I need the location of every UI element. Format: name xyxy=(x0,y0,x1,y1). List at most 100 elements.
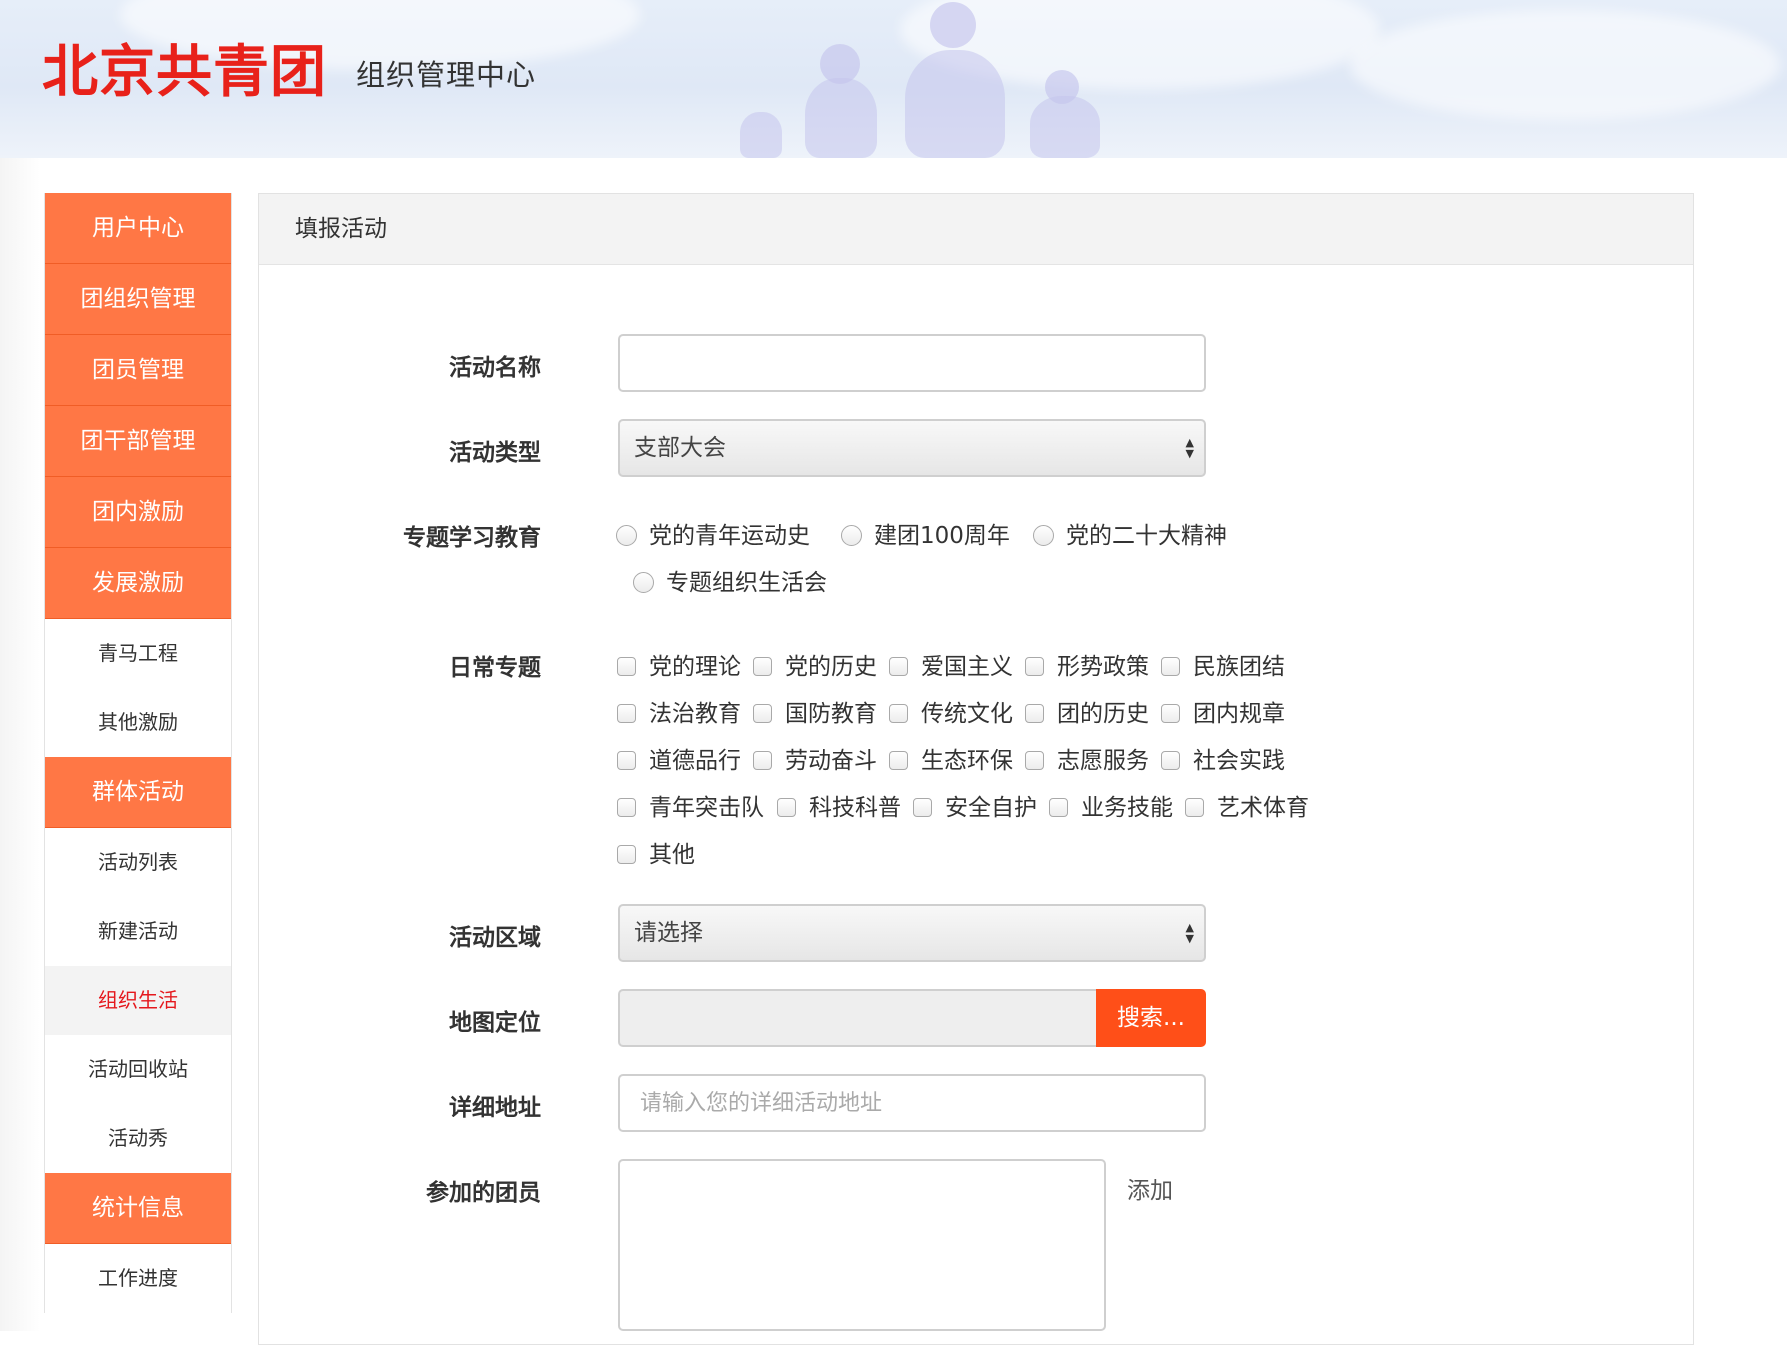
radio-icon[interactable] xyxy=(616,525,637,546)
checkbox-icon[interactable] xyxy=(889,704,908,723)
daily-topic-option[interactable]: 其他 xyxy=(617,835,695,869)
sidebar-item-activity-show[interactable]: 活动秀 xyxy=(45,1104,231,1173)
daily-topic-option[interactable]: 科技科普 xyxy=(777,788,901,822)
participants-textarea[interactable] xyxy=(618,1159,1106,1331)
activity-name-input[interactable] xyxy=(618,334,1206,392)
sidebar-item-user-center[interactable]: 用户中心 xyxy=(45,193,231,264)
radio-icon[interactable] xyxy=(633,572,654,593)
map-search-button[interactable]: 搜索... xyxy=(1096,989,1206,1047)
sidebar-item-activity-recycle-bin[interactable]: 活动回收站 xyxy=(45,1035,231,1104)
figure-decoration xyxy=(740,112,782,158)
daily-topic-option[interactable]: 道德品行 xyxy=(617,741,741,775)
radio-icon[interactable] xyxy=(1033,525,1054,546)
sidebar-item-new-activity[interactable]: 新建活动 xyxy=(45,897,231,966)
daily-topic-option[interactable]: 党的理论 xyxy=(617,647,741,681)
daily-topic-option[interactable]: 党的历史 xyxy=(753,647,877,681)
daily-topic-option[interactable]: 传统文化 xyxy=(889,694,1013,728)
checkbox-icon[interactable] xyxy=(617,657,636,676)
daily-topic-option[interactable]: 团内规章 xyxy=(1161,694,1285,728)
site-subtitle: 组织管理中心 xyxy=(356,58,537,92)
panel-title: 填报活动 xyxy=(259,194,1693,265)
checkbox-icon[interactable] xyxy=(753,657,772,676)
option-label: 劳动奋斗 xyxy=(785,748,877,774)
daily-topic-option[interactable]: 民族团结 xyxy=(1161,647,1285,681)
checkbox-icon[interactable] xyxy=(1161,751,1180,770)
sidebar-item-org-life[interactable]: 组织生活 xyxy=(45,966,231,1035)
daily-topic-option[interactable]: 艺术体育 xyxy=(1185,788,1309,822)
checkbox-icon[interactable] xyxy=(1161,704,1180,723)
sidebar-item-internal-incentive[interactable]: 团内激励 xyxy=(45,477,231,548)
checkbox-icon[interactable] xyxy=(617,704,636,723)
map-location-input[interactable] xyxy=(618,989,1096,1047)
special-study-option[interactable]: 党的青年运动史 xyxy=(616,516,810,550)
checkbox-icon[interactable] xyxy=(889,657,908,676)
checkbox-icon[interactable] xyxy=(753,751,772,770)
daily-topic-option[interactable]: 青年突击队 xyxy=(617,788,764,822)
option-label: 其他 xyxy=(649,842,695,868)
checkbox-icon[interactable] xyxy=(777,798,796,817)
daily-topic-option[interactable]: 生态环保 xyxy=(889,741,1013,775)
radio-icon[interactable] xyxy=(841,525,862,546)
daily-topic-option[interactable]: 社会实践 xyxy=(1161,741,1285,775)
option-label: 党的历史 xyxy=(785,654,877,680)
sidebar-item-development-incentive[interactable]: 发展激励 xyxy=(45,548,231,619)
sidebar-nav: 用户中心 团组织管理 团员管理 团干部管理 团内激励 发展激励 青马工程 其他激… xyxy=(44,193,232,1313)
daily-topic-option[interactable]: 爱国主义 xyxy=(889,647,1013,681)
daily-topic-option[interactable]: 安全自护 xyxy=(913,788,1037,822)
sidebar-item-work-progress[interactable]: 工作进度 xyxy=(45,1244,231,1313)
activity-type-select[interactable]: 支部大会 ▲ ▼ xyxy=(618,419,1206,477)
daily-topic-option[interactable]: 国防教育 xyxy=(753,694,877,728)
option-label: 团的历史 xyxy=(1057,701,1149,727)
daily-topic-option[interactable]: 团的历史 xyxy=(1025,694,1149,728)
option-label: 业务技能 xyxy=(1081,795,1173,821)
special-study-option[interactable]: 建团100周年 xyxy=(841,516,1010,550)
checkbox-icon[interactable] xyxy=(1161,657,1180,676)
detail-address-input[interactable] xyxy=(618,1074,1206,1132)
checkbox-icon[interactable] xyxy=(617,845,636,864)
checkbox-icon[interactable] xyxy=(1185,798,1204,817)
option-label: 社会实践 xyxy=(1193,748,1285,774)
sidebar-item-qingma-project[interactable]: 青马工程 xyxy=(45,619,231,688)
select-arrows-icon: ▲ ▼ xyxy=(1185,436,1194,460)
option-label: 传统文化 xyxy=(921,701,1013,727)
sidebar-item-activity-list[interactable]: 活动列表 xyxy=(45,828,231,897)
option-label: 国防教育 xyxy=(785,701,877,727)
option-label: 生态环保 xyxy=(921,748,1013,774)
daily-topic-option[interactable]: 法治教育 xyxy=(617,694,741,728)
checkbox-icon[interactable] xyxy=(1025,704,1044,723)
checkbox-icon[interactable] xyxy=(753,704,772,723)
site-header: 北京共青团 组织管理中心 xyxy=(0,0,1787,158)
checkbox-icon[interactable] xyxy=(1025,751,1044,770)
daily-topic-option[interactable]: 业务技能 xyxy=(1049,788,1173,822)
option-label: 科技科普 xyxy=(809,795,901,821)
activity-area-select[interactable]: 请选择 ▲ ▼ xyxy=(618,904,1206,962)
sidebar-item-statistics[interactable]: 统计信息 xyxy=(45,1173,231,1244)
option-label: 党的青年运动史 xyxy=(649,523,810,549)
checkbox-icon[interactable] xyxy=(617,751,636,770)
figure-decoration xyxy=(1045,70,1079,104)
daily-topic-option[interactable]: 志愿服务 xyxy=(1025,741,1149,775)
option-label: 爱国主义 xyxy=(921,654,1013,680)
checkbox-icon[interactable] xyxy=(913,798,932,817)
option-label: 法治教育 xyxy=(649,701,741,727)
select-arrows-icon: ▲ ▼ xyxy=(1185,921,1194,945)
special-study-option[interactable]: 党的二十大精神 xyxy=(1033,516,1227,550)
checkbox-icon[interactable] xyxy=(1025,657,1044,676)
option-label: 党的二十大精神 xyxy=(1066,523,1227,549)
sidebar-item-cadre-management[interactable]: 团干部管理 xyxy=(45,406,231,477)
checkbox-icon[interactable] xyxy=(1049,798,1068,817)
special-study-option[interactable]: 专题组织生活会 xyxy=(633,563,827,597)
daily-topic-option[interactable]: 形势政策 xyxy=(1025,647,1149,681)
site-logo[interactable]: 北京共青团 xyxy=(42,38,327,108)
sidebar-item-group-activities[interactable]: 群体活动 xyxy=(45,757,231,828)
sidebar-item-other-incentive[interactable]: 其他激励 xyxy=(45,688,231,757)
sidebar-item-member-management[interactable]: 团员管理 xyxy=(45,335,231,406)
daily-topic-option[interactable]: 劳动奋斗 xyxy=(753,741,877,775)
checkbox-icon[interactable] xyxy=(617,798,636,817)
add-participant-link[interactable]: 添加 xyxy=(1127,1171,1173,1205)
sidebar-item-org-management[interactable]: 团组织管理 xyxy=(45,264,231,335)
activity-area-selected: 请选择 xyxy=(634,920,703,946)
option-label: 党的理论 xyxy=(649,654,741,680)
checkbox-icon[interactable] xyxy=(889,751,908,770)
activity-area-label: 活动区域 xyxy=(449,925,541,951)
